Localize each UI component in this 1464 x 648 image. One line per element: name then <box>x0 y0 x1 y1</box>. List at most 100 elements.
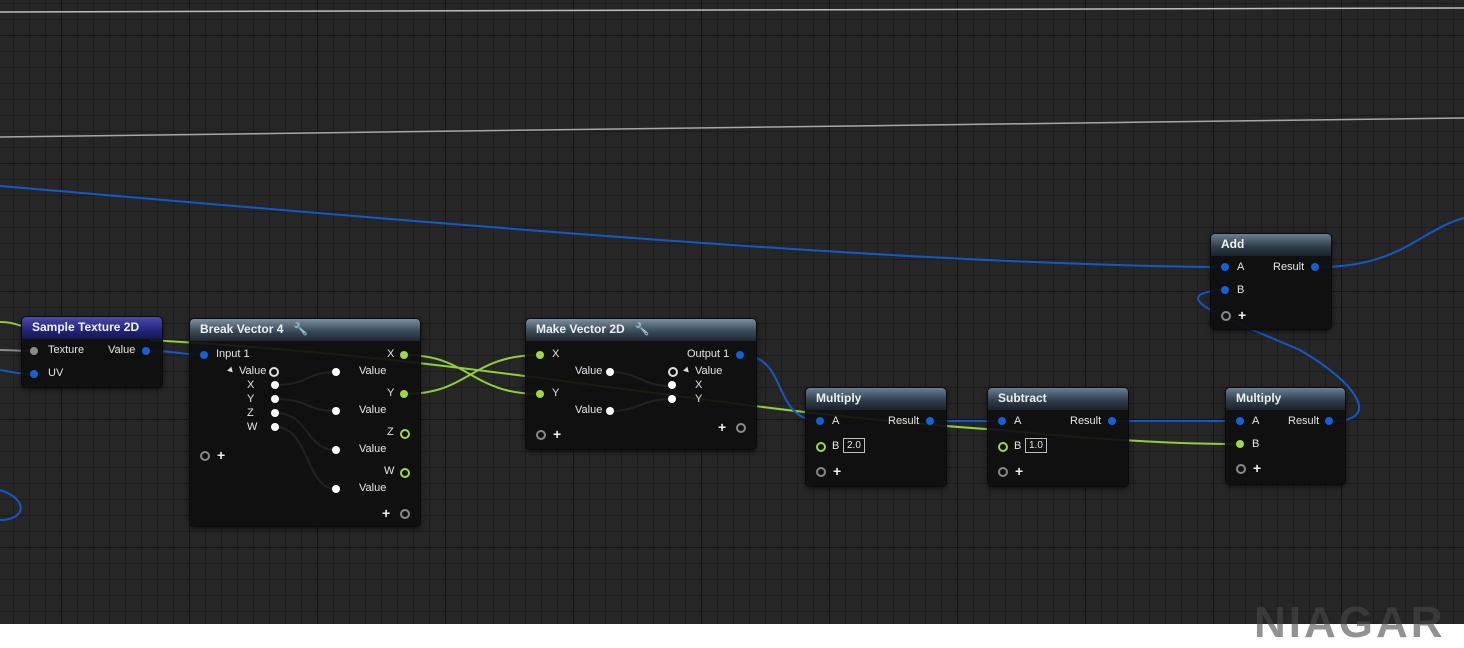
value-x-label: Value <box>575 365 603 377</box>
add-input-pin[interactable] <box>998 467 1008 477</box>
wrench-icon[interactable]: 🔧 <box>293 319 308 339</box>
b-input-pin[interactable] <box>1236 440 1244 448</box>
input-1-pin[interactable] <box>200 351 208 359</box>
node-multiply[interactable]: Multiply A B 2.0 Result + <box>806 388 946 486</box>
add-input-plus-icon[interactable]: + <box>1253 461 1261 475</box>
add-input-plus-icon[interactable]: + <box>1015 464 1023 478</box>
b-input-pin[interactable] <box>1221 286 1229 294</box>
out-w-pin[interactable] <box>400 468 410 478</box>
add-input-pin[interactable] <box>1236 464 1246 474</box>
value-w-label: Value <box>359 482 387 494</box>
node-break-vector-4[interactable]: Break Vector 4 🔧 Input 1 Value X Y Z W Va… <box>190 319 420 526</box>
add-input-pin[interactable] <box>536 430 546 440</box>
a-input-pin[interactable] <box>1236 417 1244 425</box>
add-input-plus-icon[interactable]: + <box>833 464 841 478</box>
add-input-pin[interactable] <box>200 451 210 461</box>
wire-background-top <box>0 7 1464 13</box>
expand-arrow-icon[interactable] <box>683 366 691 375</box>
a-input-label: A <box>1014 415 1022 427</box>
node-title: Multiply <box>806 388 946 410</box>
struct-value-label: Value <box>239 365 267 377</box>
struct-value-pin[interactable] <box>668 367 678 377</box>
wrench-icon[interactable]: 🔧 <box>635 319 650 339</box>
sub-y-pin[interactable] <box>668 395 676 403</box>
x-input-pin[interactable] <box>536 351 544 359</box>
out-z-label: Z <box>387 426 394 438</box>
node-multiply-2[interactable]: Multiply A B Result + <box>1226 388 1345 484</box>
texture-input-pin[interactable] <box>30 347 38 355</box>
add-input-plus-icon[interactable]: + <box>1238 308 1246 322</box>
result-output-pin[interactable] <box>1325 417 1333 425</box>
add-input-pin[interactable] <box>816 467 826 477</box>
add-output-plus-icon[interactable]: + <box>382 506 390 520</box>
b-input-label: B <box>1014 440 1022 452</box>
result-output-pin[interactable] <box>926 417 934 425</box>
sub-z-pin[interactable] <box>271 409 279 417</box>
value-w-pin[interactable] <box>332 485 340 493</box>
struct-value-label: Value <box>695 365 723 377</box>
sub-w-pin[interactable] <box>271 423 279 431</box>
value-z-pin[interactable] <box>332 446 340 454</box>
node-make-vector-2d[interactable]: Make Vector 2D 🔧 X Y Value Value Value X … <box>526 319 756 449</box>
sub-x-pin[interactable] <box>668 381 676 389</box>
out-y-pin[interactable] <box>400 390 408 398</box>
node-sample-texture-2d[interactable]: Sample Texture 2D Texture UV Value <box>22 317 162 387</box>
result-output-label: Result <box>1288 415 1320 427</box>
result-output-pin[interactable] <box>1108 417 1116 425</box>
result-output-label: Result <box>888 415 920 427</box>
b-input-label: B <box>832 440 840 452</box>
value-x-pin[interactable] <box>332 368 340 376</box>
value-x-pin[interactable] <box>606 368 614 376</box>
a-input-label: A <box>1237 261 1245 273</box>
value-z-label: Value <box>359 443 387 455</box>
b-value-field[interactable]: 1.0 <box>1025 438 1047 453</box>
wire-left-green <box>0 321 23 327</box>
y-input-label: Y <box>552 387 560 399</box>
y-input-pin[interactable] <box>536 390 544 398</box>
a-input-pin[interactable] <box>998 417 1006 425</box>
node-title: Multiply <box>1226 388 1345 410</box>
out-z-pin[interactable] <box>400 429 410 439</box>
uv-input-label: UV <box>48 367 64 379</box>
uv-input-pin[interactable] <box>30 370 38 378</box>
sub-w-label: W <box>247 421 258 433</box>
sub-x-label: X <box>247 379 255 391</box>
add-output-pin[interactable] <box>736 423 746 433</box>
add-input-plus-icon[interactable]: + <box>553 427 561 441</box>
value-y-pin[interactable] <box>606 407 614 415</box>
node-add[interactable]: Add A B Result + <box>1211 234 1331 329</box>
input-1-label: Input 1 <box>216 348 250 360</box>
sub-y-pin[interactable] <box>271 395 279 403</box>
b-input-pin[interactable] <box>816 442 826 452</box>
a-input-pin[interactable] <box>816 417 824 425</box>
value-y-pin[interactable] <box>332 407 340 415</box>
result-output-label: Result <box>1070 415 1102 427</box>
result-output-label: Result <box>1273 261 1305 273</box>
out-x-label: X <box>387 348 395 360</box>
node-subtract[interactable]: Subtract A B 1.0 Result + <box>988 388 1128 486</box>
a-input-pin[interactable] <box>1221 263 1229 271</box>
output-1-label: Output 1 <box>687 348 730 360</box>
node-title: Make Vector 2D <box>536 322 625 336</box>
value-output-pin[interactable] <box>142 347 150 355</box>
value-x-label: Value <box>359 365 387 377</box>
wire-add-result <box>1319 217 1464 268</box>
struct-value-pin[interactable] <box>269 367 279 377</box>
add-input-pin[interactable] <box>1221 311 1231 321</box>
b-input-pin[interactable] <box>998 442 1008 452</box>
sub-x-pin[interactable] <box>271 381 279 389</box>
out-w-label: W <box>384 465 395 477</box>
node-graph-canvas[interactable]: Sample Texture 2D Texture UV Value Break… <box>0 0 1464 647</box>
node-title: Subtract <box>988 388 1128 410</box>
add-output-plus-icon[interactable]: + <box>718 420 726 434</box>
a-input-label: A <box>832 415 840 427</box>
value-y-label: Value <box>359 404 387 416</box>
expand-arrow-icon[interactable] <box>227 366 235 375</box>
add-input-plus-icon[interactable]: + <box>217 448 225 462</box>
result-output-pin[interactable] <box>1311 263 1319 271</box>
b-value-field[interactable]: 2.0 <box>843 438 865 453</box>
out-x-pin[interactable] <box>400 351 408 359</box>
add-output-pin[interactable] <box>400 509 410 519</box>
output-1-pin[interactable] <box>736 351 744 359</box>
wire-background-mid <box>0 117 1464 138</box>
